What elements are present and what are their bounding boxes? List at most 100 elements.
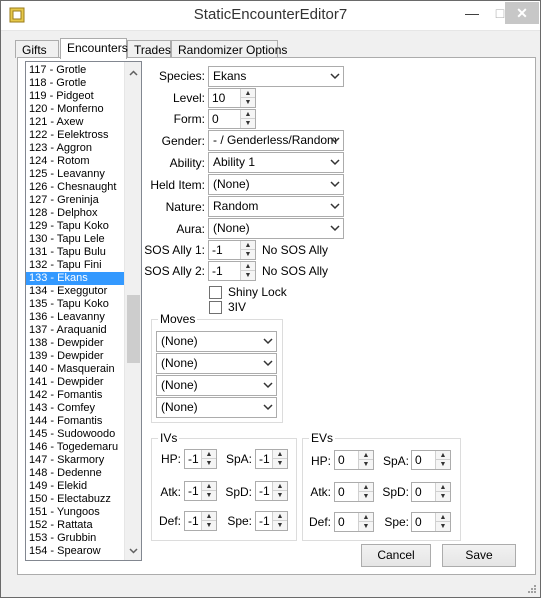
spin-down-icon[interactable]: ▼	[273, 459, 287, 468]
list-item[interactable]: 122 - Eelektross	[26, 129, 124, 142]
iv-def-input[interactable]: -1 ▲ ▼	[184, 511, 217, 531]
ev-spe-input[interactable]: 0 ▲ ▼	[411, 512, 451, 532]
list-item[interactable]: 138 - Dewpider	[26, 337, 124, 350]
iv-spd-input[interactable]: -1 ▲ ▼	[255, 481, 288, 501]
list-item[interactable]: 151 - Yungoos	[26, 506, 124, 519]
move-1-dropdown[interactable]: (None)	[156, 331, 277, 352]
iv-spa-input[interactable]: -1 ▲ ▼	[255, 449, 288, 469]
list-item[interactable]: 123 - Aggron	[26, 142, 124, 155]
spin-up-icon[interactable]: ▲	[273, 482, 287, 491]
spin-down-icon[interactable]: ▼	[241, 271, 255, 280]
iv-atk-spinner[interactable]: ▲ ▼	[201, 482, 216, 500]
form-spinner[interactable]: ▲ ▼	[240, 110, 255, 128]
spin-down-icon[interactable]: ▼	[359, 522, 373, 531]
ev-spe-spinner[interactable]: ▲ ▼	[435, 513, 450, 531]
close-button[interactable]: ✕	[505, 2, 539, 24]
ev-hp-spinner[interactable]: ▲ ▼	[358, 451, 373, 469]
ability-dropdown[interactable]: Ability 1	[208, 152, 344, 173]
move-3-dropdown[interactable]: (None)	[156, 375, 277, 396]
tab-randomizer-options[interactable]: Randomizer Options	[171, 40, 287, 58]
iv-hp-spinner[interactable]: ▲ ▼	[201, 450, 216, 468]
list-item[interactable]: 145 - Sudowoodo	[26, 428, 124, 441]
list-item[interactable]: 130 - Tapu Lele	[26, 233, 124, 246]
iv-spd-spinner[interactable]: ▲ ▼	[272, 482, 287, 500]
spin-up-icon[interactable]: ▲	[202, 450, 216, 459]
scroll-down-arrow[interactable]	[125, 542, 141, 559]
sos-ally-1-spinner[interactable]: ▲ ▼	[240, 241, 255, 259]
ev-spa-input[interactable]: 0 ▲ ▼	[411, 450, 451, 470]
ev-atk-input[interactable]: 0 ▲ ▼	[334, 482, 374, 502]
list-item[interactable]: 134 - Exeggutor	[26, 285, 124, 298]
spin-down-icon[interactable]: ▼	[436, 522, 450, 531]
spin-up-icon[interactable]: ▲	[436, 451, 450, 460]
list-item[interactable]: 154 - Spearow	[26, 545, 124, 558]
spin-down-icon[interactable]: ▼	[436, 460, 450, 469]
spin-up-icon[interactable]: ▲	[241, 89, 255, 98]
scroll-up-arrow[interactable]	[125, 64, 141, 81]
tab-encounters[interactable]: Encounters	[60, 38, 128, 59]
ev-hp-input[interactable]: 0 ▲ ▼	[334, 450, 374, 470]
list-item[interactable]: 119 - Pidgeot	[26, 90, 124, 103]
list-item[interactable]: 149 - Elekid	[26, 480, 124, 493]
three-iv-checkbox[interactable]	[209, 301, 222, 314]
spin-down-icon[interactable]: ▼	[436, 492, 450, 501]
list-item[interactable]: 132 - Tapu Fini	[26, 259, 124, 272]
list-item[interactable]: 126 - Chesnaught	[26, 181, 124, 194]
list-item[interactable]: 143 - Comfey	[26, 402, 124, 415]
spin-down-icon[interactable]: ▼	[202, 491, 216, 500]
spin-down-icon[interactable]: ▼	[273, 521, 287, 530]
list-item[interactable]: 147 - Skarmory	[26, 454, 124, 467]
list-scrollbar[interactable]	[124, 62, 141, 560]
shiny-lock-checkbox[interactable]	[209, 286, 222, 299]
list-item[interactable]: 142 - Fomantis	[26, 389, 124, 402]
list-item[interactable]: 128 - Delphox	[26, 207, 124, 220]
list-item[interactable]: 141 - Dewpider	[26, 376, 124, 389]
spin-up-icon[interactable]: ▲	[273, 512, 287, 521]
level-spinner[interactable]: ▲ ▼	[240, 89, 255, 107]
spin-up-icon[interactable]: ▲	[273, 450, 287, 459]
cancel-button[interactable]: Cancel	[361, 544, 431, 567]
spin-up-icon[interactable]: ▲	[202, 512, 216, 521]
nature-dropdown[interactable]: Random	[208, 196, 344, 217]
list-item[interactable]: 137 - Araquanid	[26, 324, 124, 337]
spin-down-icon[interactable]: ▼	[359, 460, 373, 469]
iv-spe-input[interactable]: -1 ▲ ▼	[255, 511, 288, 531]
list-item[interactable]: 127 - Greninja	[26, 194, 124, 207]
list-item[interactable]: 133 - Ekans	[26, 272, 124, 285]
move-4-dropdown[interactable]: (None)	[156, 397, 277, 418]
list-item[interactable]: 152 - Rattata	[26, 519, 124, 532]
minimize-button[interactable]: —	[457, 2, 487, 24]
spin-down-icon[interactable]: ▼	[241, 98, 255, 107]
ev-spa-spinner[interactable]: ▲ ▼	[435, 451, 450, 469]
form-input[interactable]: 0 ▲ ▼	[208, 109, 256, 129]
list-item[interactable]: 135 - Tapu Koko	[26, 298, 124, 311]
held-item-dropdown[interactable]: (None)	[208, 174, 344, 195]
list-item[interactable]: 120 - Monferno	[26, 103, 124, 116]
sos-ally-1-input[interactable]: -1 ▲ ▼	[208, 240, 256, 260]
spin-down-icon[interactable]: ▼	[202, 521, 216, 530]
aura-dropdown[interactable]: (None)	[208, 218, 344, 239]
list-item[interactable]: 131 - Tapu Bulu	[26, 246, 124, 259]
species-listbox[interactable]: 117 - Grotle 118 - Grotle 119 - Pidgeot 120…	[25, 61, 142, 561]
spin-up-icon[interactable]: ▲	[202, 482, 216, 491]
save-button[interactable]: Save	[442, 544, 516, 567]
tab-gifts[interactable]: Gifts	[15, 40, 59, 58]
spin-down-icon[interactable]: ▼	[202, 459, 216, 468]
list-item[interactable]: 150 - Electabuzz	[26, 493, 124, 506]
iv-spa-spinner[interactable]: ▲ ▼	[272, 450, 287, 468]
sos-ally-2-spinner[interactable]: ▲ ▼	[240, 262, 255, 280]
ev-spd-spinner[interactable]: ▲ ▼	[435, 483, 450, 501]
sos-ally-2-input[interactable]: -1 ▲ ▼	[208, 261, 256, 281]
iv-hp-input[interactable]: -1 ▲ ▼	[184, 449, 217, 469]
spin-up-icon[interactable]: ▲	[241, 262, 255, 271]
list-item[interactable]: 153 - Grubbin	[26, 532, 124, 545]
ev-def-input[interactable]: 0 ▲ ▼	[334, 512, 374, 532]
list-item[interactable]: 146 - Togedemaru	[26, 441, 124, 454]
spin-up-icon[interactable]: ▲	[241, 110, 255, 119]
spin-down-icon[interactable]: ▼	[359, 492, 373, 501]
spin-up-icon[interactable]: ▲	[359, 483, 373, 492]
list-item[interactable]: 121 - Axew	[26, 116, 124, 129]
list-item[interactable]: 117 - Grotle	[26, 64, 124, 77]
ev-spd-input[interactable]: 0 ▲ ▼	[411, 482, 451, 502]
tab-trades[interactable]: Trades	[127, 40, 171, 58]
